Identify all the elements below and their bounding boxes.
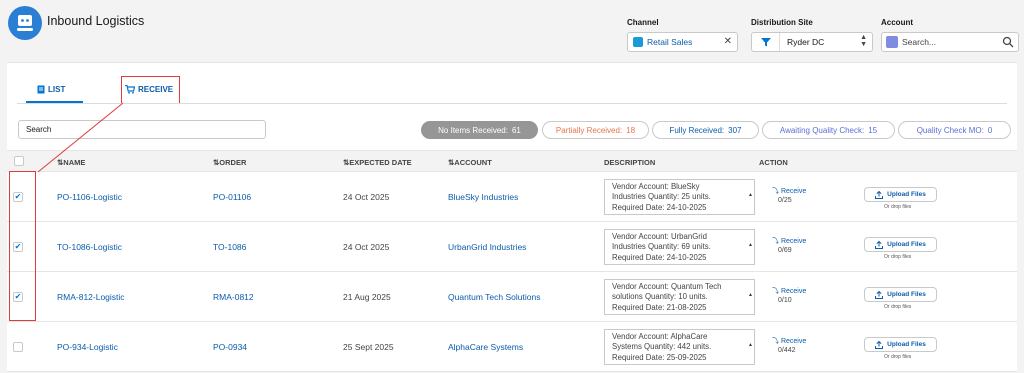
account-search-placeholder: Search... <box>902 37 937 47</box>
site-label: Distribution Site <box>751 18 813 27</box>
site-select[interactable]: Ryder DC ▲ ▼ <box>751 32 873 52</box>
site-value: Ryder DC <box>787 37 825 47</box>
channel-value: Retail Sales <box>647 37 693 47</box>
account-label: Account <box>881 18 913 27</box>
annotation-arrow <box>37 102 124 173</box>
clear-icon[interactable]: ✕ <box>724 36 732 47</box>
channel-field[interactable]: Retail Sales ✕ <box>627 32 738 52</box>
account-search-field[interactable]: Search... <box>881 32 1019 52</box>
page-title: Inbound Logistics <box>47 14 145 28</box>
search-icon[interactable] <box>1002 35 1014 53</box>
updown-arrows-icon: ▲ ▼ <box>860 34 867 48</box>
account-icon <box>886 36 898 48</box>
app-header: Inbound Logistics Channel Retail Sales ✕… <box>0 0 1024 62</box>
main-card: LIST RECEIVE Search No Items Received: 6… <box>7 62 1017 372</box>
filter-icon <box>752 33 780 51</box>
robot-logo-icon <box>8 6 42 40</box>
contact-icon <box>633 37 643 47</box>
channel-label: Channel <box>627 18 659 27</box>
